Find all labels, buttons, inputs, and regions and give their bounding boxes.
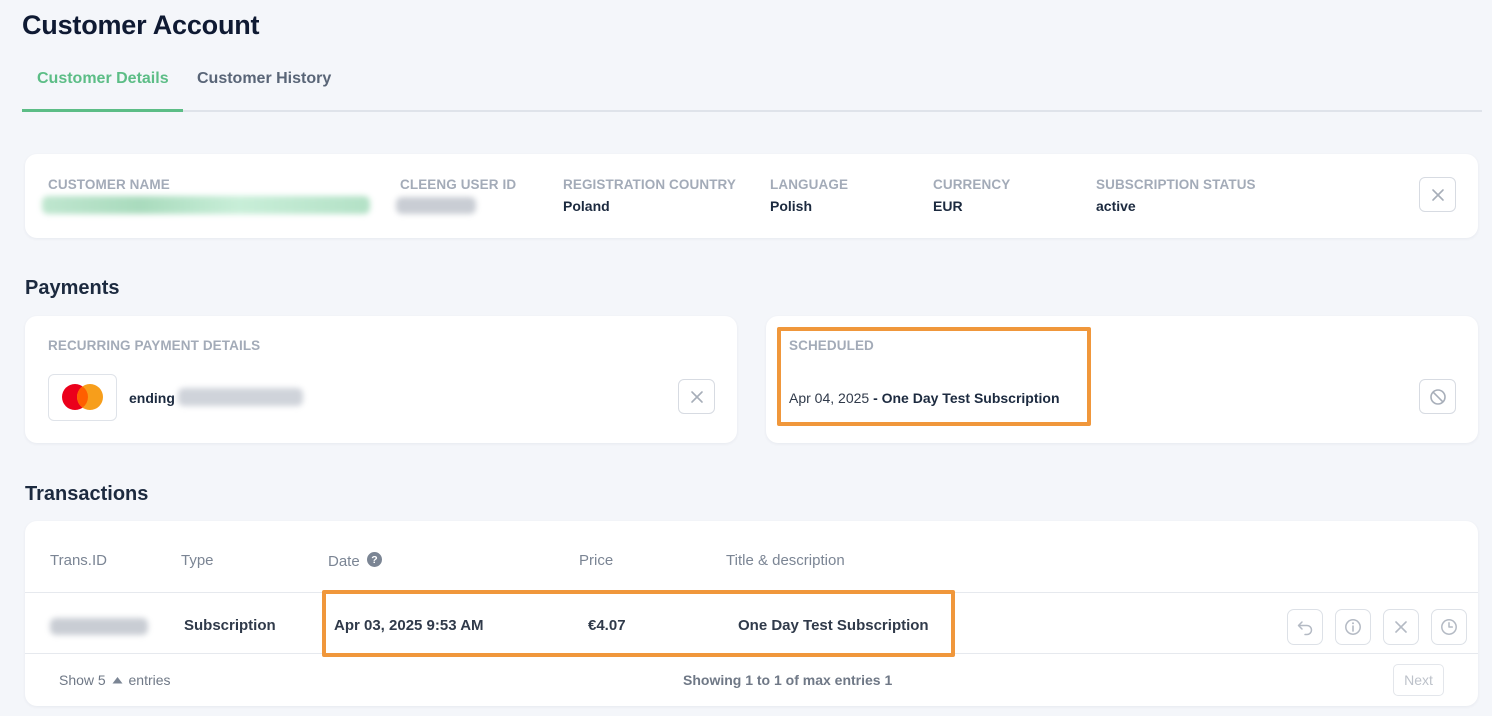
undo-icon (1297, 621, 1313, 636)
mastercard-icon (62, 384, 103, 410)
column-header-title[interactable]: Title & description (726, 552, 845, 569)
user-id-redacted (396, 197, 476, 214)
column-header-date-label: Date (328, 553, 360, 570)
column-header-price[interactable]: Price (579, 552, 613, 569)
customer-close-button[interactable] (1419, 177, 1456, 212)
customer-info-card: CUSTOMER NAME CLEENG USER ID REGISTRATIO… (25, 154, 1478, 238)
refund-button[interactable] (1287, 609, 1323, 645)
block-icon (1429, 388, 1446, 405)
row-type: Subscription (184, 617, 276, 634)
column-header-date[interactable]: Date ? (328, 552, 382, 570)
payments-title: Payments (25, 277, 120, 299)
language-label: LANGUAGE (770, 177, 849, 192)
pagination-summary: Showing 1 to 1 of max entries 1 (683, 672, 893, 688)
scheduled-date: Apr 04, 2025 (789, 390, 870, 406)
recurring-payment-card: RECURRING PAYMENT DETAILS ending (25, 316, 737, 443)
page-size-control[interactable]: Show 5 entries (59, 672, 171, 688)
tab-customer-history[interactable]: Customer History (197, 70, 331, 88)
row-price: €4.07 (588, 617, 626, 634)
country-label: REGISTRATION COUNTRY (563, 177, 736, 192)
footer-divider (25, 653, 1478, 654)
close-icon (1431, 188, 1444, 201)
clock-icon (1441, 619, 1457, 635)
column-header-trans-id[interactable]: Trans.ID (50, 552, 107, 569)
next-page-label: Next (1404, 672, 1433, 688)
history-button[interactable] (1431, 609, 1467, 645)
page-title: Customer Account (22, 10, 260, 40)
row-title: One Day Test Subscription (738, 617, 929, 634)
cancel-transaction-button[interactable] (1383, 609, 1419, 645)
trans-id-redacted (50, 618, 148, 635)
transactions-card: Trans.ID Type Date ? Price Title & descr… (25, 521, 1478, 706)
tab-bar: Customer Details Customer History (22, 58, 1482, 112)
transactions-title: Transactions (25, 483, 149, 505)
card-ending-label: ending (129, 390, 175, 406)
info-icon (1345, 619, 1361, 635)
close-icon (690, 390, 703, 403)
currency-label: CURRENCY (933, 177, 1011, 192)
remove-payment-button[interactable] (678, 379, 715, 414)
active-tab-indicator (22, 109, 183, 112)
country-value: Poland (563, 198, 610, 214)
card-number-redacted (178, 388, 303, 406)
help-icon[interactable]: ? (366, 552, 382, 567)
next-page-button[interactable]: Next (1393, 664, 1444, 696)
recurring-payment-label: RECURRING PAYMENT DETAILS (48, 338, 261, 353)
scheduled-label: SCHEDULED (789, 338, 874, 353)
caret-up-icon[interactable] (112, 676, 123, 684)
tab-customer-details[interactable]: Customer Details (37, 70, 169, 88)
scheduled-payment-card: SCHEDULED Apr 04, 2025 - One Day Test Su… (766, 316, 1478, 443)
scheduled-title: - One Day Test Subscription (873, 390, 1060, 406)
column-header-type[interactable]: Type (181, 552, 214, 569)
details-button[interactable] (1335, 609, 1371, 645)
page-size-value[interactable]: 5 (98, 672, 106, 688)
subscription-status-label: SUBSCRIPTION STATUS (1096, 177, 1256, 192)
scheduled-entry: Apr 04, 2025 - One Day Test Subscription (789, 390, 1060, 406)
user-id-label: CLEENG USER ID (400, 177, 517, 192)
close-icon (1395, 621, 1407, 633)
row-date: Apr 03, 2025 9:53 AM (334, 617, 484, 634)
currency-value: EUR (933, 198, 963, 214)
language-value: Polish (770, 198, 813, 214)
entries-label: entries (128, 672, 171, 688)
customer-name-label: CUSTOMER NAME (48, 177, 170, 192)
customer-name-redacted (42, 196, 370, 214)
svg-text:?: ? (371, 554, 377, 566)
show-label: Show (59, 672, 95, 688)
cancel-scheduled-button[interactable] (1419, 379, 1456, 414)
card-brand-box (48, 374, 117, 421)
subscription-status-value: active (1096, 198, 1136, 214)
header-divider (25, 592, 1478, 593)
